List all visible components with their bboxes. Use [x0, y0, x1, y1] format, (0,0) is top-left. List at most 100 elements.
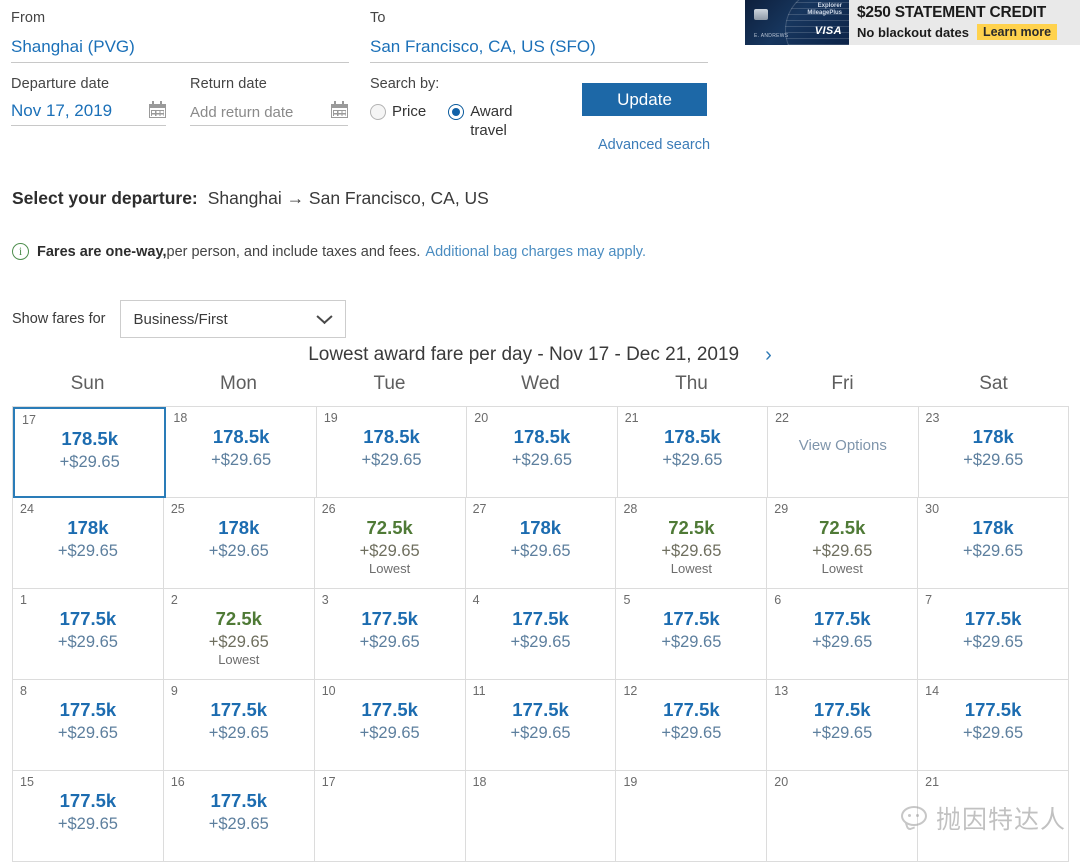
fare-cell-body: 177.5k +$29.65	[767, 607, 917, 653]
calendar-cell-day-2[interactable]: 2 72.5k +$29.65 Lowest	[163, 589, 315, 680]
day-number: 10	[321, 684, 336, 698]
calendar-cell-day-5[interactable]: 5 177.5k +$29.65	[616, 589, 768, 680]
day-number: 16	[170, 775, 185, 789]
fare-taxes: +$29.65	[662, 451, 723, 469]
departure-title-label: Select your departure:	[12, 188, 198, 208]
calendar-cell-day-14[interactable]: 14 177.5k +$29.65	[918, 680, 1070, 771]
fare-cell-body: 178.5k +$29.65	[467, 425, 616, 471]
calendar-cell-day-24[interactable]: 24 178k +$29.65	[13, 498, 164, 589]
fare-taxes: +$29.65	[812, 633, 873, 651]
fare-miles: 177.5k	[964, 608, 1022, 629]
lowest-badge: Lowest	[670, 561, 712, 576]
promo-learn-more-button[interactable]: Learn more	[976, 24, 1058, 40]
fare-cell-body: 177.5k +$29.65	[315, 698, 465, 744]
from-field[interactable]: From Shanghai (PVG)	[11, 10, 349, 63]
day-number: 2	[170, 593, 178, 607]
calendar-cell-day-9[interactable]: 9 177.5k +$29.65	[163, 680, 315, 771]
calendar-icon[interactable]	[149, 101, 166, 118]
day-number: 3	[321, 593, 329, 607]
calendar-cell-day-28[interactable]: 28 72.5k +$29.65 Lowest	[616, 498, 768, 589]
promo-banner[interactable]: Explorer MileagePlus VISA E. ANDREWS $250…	[745, 0, 1080, 45]
calendar-cell-day-30[interactable]: 30 178k +$29.65	[918, 498, 1070, 589]
cabin-class-select[interactable]: Business/First	[119, 300, 346, 338]
to-input[interactable]: San Francisco, CA, US (SFO)	[370, 37, 708, 63]
calendar-cell-day-16[interactable]: 16 177.5k +$29.65	[163, 771, 315, 862]
calendar-cell-day-13[interactable]: 13 177.5k +$29.65	[767, 680, 919, 771]
day-number: 4	[472, 593, 480, 607]
fare-cell-body: 177.5k +$29.65	[466, 607, 616, 653]
fare-taxes: +$29.65	[661, 542, 722, 560]
calendar-cell-day-4[interactable]: 4 177.5k +$29.65	[465, 589, 617, 680]
bag-charges-link[interactable]: Additional bag charges may apply.	[425, 244, 646, 260]
radio-price[interactable]: Price	[370, 102, 426, 140]
calendar-cell-day-26[interactable]: 26 72.5k +$29.65 Lowest	[314, 498, 466, 589]
to-field[interactable]: To San Francisco, CA, US (SFO)	[370, 10, 708, 63]
fare-miles: 177.5k	[361, 608, 418, 629]
calendar-cell-day-29[interactable]: 29 72.5k +$29.65 Lowest	[767, 498, 919, 589]
lowest-badge: Lowest	[218, 652, 260, 667]
chevron-down-icon[interactable]	[317, 315, 332, 324]
calendar-cell-day-15[interactable]: 15 177.5k +$29.65	[13, 771, 164, 862]
radio-award-travel-icon[interactable]	[448, 104, 465, 120]
promo-subline: No blackout dates	[857, 24, 969, 40]
calendar-cell-day-8[interactable]: 8 177.5k +$29.65	[13, 680, 164, 771]
return-date-input[interactable]: Add return date	[190, 104, 293, 121]
fare-miles: 177.5k	[813, 699, 871, 720]
calendar-cell-day-21[interactable]: 21 178.5k +$29.65	[617, 407, 769, 498]
calendar-cell-day-20[interactable]: 20 178.5k +$29.65	[467, 407, 618, 498]
calendar-cell-day-25[interactable]: 25 178k +$29.65	[163, 498, 315, 589]
day-number: 7	[925, 593, 933, 607]
day-number: 19	[623, 775, 638, 789]
info-icon: i	[12, 243, 29, 260]
from-input[interactable]: Shanghai (PVG)	[11, 37, 349, 63]
day-number: 29	[774, 502, 789, 516]
calendar-cell-day-10[interactable]: 10 177.5k +$29.65	[314, 680, 466, 771]
calendar-cell-day-19[interactable]: 19 178.5k +$29.65	[316, 407, 468, 498]
calendar-cell-day-18[interactable]: 18 178.5k +$29.65	[166, 407, 317, 498]
calendar-week-row: 1 177.5k +$29.65 2 72.5k +$29.65 Lowest 3 177.5k…	[13, 589, 1070, 680]
weekday-fri: Fri	[831, 373, 854, 394]
calendar-cell-day-11[interactable]: 11 177.5k +$29.65	[465, 680, 617, 771]
radio-price-icon[interactable]	[370, 104, 386, 120]
fare-miles: 178.5k	[212, 426, 270, 447]
fare-taxes: +$29.65	[661, 724, 722, 742]
fare-miles: 178k	[67, 517, 109, 538]
weekday-wed: Wed	[521, 373, 560, 394]
calendar-week-row: 8 177.5k +$29.65 9 177.5k +$29.65 10 177.5k +$29…	[13, 680, 1070, 771]
weekday-header-row: Sun Mon Tue Wed Thu Fri Sat	[12, 373, 1069, 395]
day-number: 8	[20, 684, 27, 698]
calendar-cell-day-3[interactable]: 3 177.5k +$29.65	[314, 589, 466, 680]
calendar-cell-day-17[interactable]: 17 178.5k +$29.65	[13, 407, 167, 498]
calendar-week-row: 17 178.5k +$29.65 18 178.5k +$29.65 19 178.5k +$…	[13, 407, 1069, 498]
next-week-chevron-icon[interactable]: ›	[765, 345, 772, 365]
departure-date-input[interactable]: Nov 17, 2019	[11, 101, 112, 121]
calendar-cell-day-22[interactable]: 22 View Options	[768, 407, 919, 498]
fare-taxes: +$29.65	[57, 724, 118, 742]
calendar-cell-day-1[interactable]: 1 177.5k +$29.65	[13, 589, 164, 680]
fare-miles: 177.5k	[663, 699, 720, 720]
day-number: 14	[925, 684, 940, 698]
calendar-cell-day-6[interactable]: 6 177.5k +$29.65	[767, 589, 919, 680]
calendar-cell-day-7[interactable]: 7 177.5k +$29.65	[918, 589, 1070, 680]
fare-miles: 177.5k	[964, 699, 1022, 720]
day-number: 5	[623, 593, 631, 607]
fare-taxes: +$29.65	[57, 815, 118, 833]
calendar-cell-day-12[interactable]: 12 177.5k +$29.65	[616, 680, 768, 771]
return-date-label: Return date	[190, 76, 267, 92]
update-button[interactable]: Update	[582, 83, 707, 116]
calendar-icon[interactable]	[331, 101, 348, 118]
departure-date-field[interactable]: Departure date Nov 17, 2019	[11, 76, 166, 126]
advanced-search-link[interactable]: Advanced search	[598, 137, 710, 153]
return-date-field[interactable]: Return date Add return date	[190, 76, 348, 126]
fare-taxes: +$29.65	[57, 542, 118, 560]
fare-miles: 177.5k	[210, 790, 268, 811]
view-options-link[interactable]: View Options	[774, 435, 911, 457]
fare-taxes: +$29.65	[963, 633, 1024, 651]
fare-cell-body: 177.5k +$29.65	[13, 698, 163, 744]
calendar-cell-day-27[interactable]: 27 178k +$29.65	[465, 498, 617, 589]
day-number: 28	[623, 502, 638, 516]
radio-award-travel[interactable]: Award travel	[448, 102, 532, 140]
fare-taxes: +$29.65	[359, 542, 420, 560]
lowest-badge: Lowest	[369, 561, 411, 576]
calendar-cell-day-23[interactable]: 23 178k +$29.65	[918, 407, 1069, 498]
